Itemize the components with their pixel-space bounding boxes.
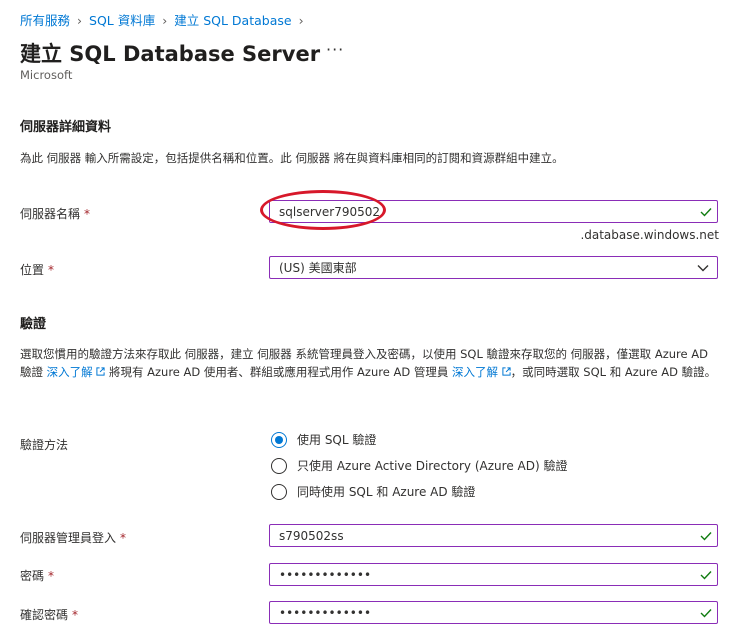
server-name-suffix: .database.windows.net — [580, 228, 719, 242]
admin-login-input[interactable]: s790502ss — [269, 524, 718, 547]
server-details-description: 為此 伺服器 輸入所需設定，包括提供名稱和位置。此 伺服器 將在與資料庫相同的訂… — [20, 151, 564, 165]
server-details-heading: 伺服器詳細資料 — [20, 120, 112, 135]
page-subtitle: Microsoft — [20, 68, 73, 82]
breadcrumb-sql-databases[interactable]: SQL 資料庫 — [89, 13, 155, 28]
authentication-heading: 驗證 — [20, 317, 47, 332]
learn-more-link-azure-ad[interactable]: 深入了解 — [47, 365, 106, 379]
external-link-icon — [502, 367, 511, 376]
checkmark-icon — [695, 563, 717, 586]
checkmark-icon — [695, 524, 717, 547]
radio-selected-icon[interactable] — [271, 431, 287, 448]
password-input[interactable]: ••••••••••••• — [269, 563, 718, 586]
chevron-right-icon: › — [77, 13, 83, 28]
location-label: 位置 * — [20, 263, 55, 277]
authentication-description: 選取您慣用的驗證方法來存取此 伺服器，建立 伺服器 系統管理員登入及密碼，以使用… — [20, 347, 717, 379]
server-name-label: 伺服器名稱 * — [20, 207, 91, 221]
external-link-icon — [96, 367, 105, 376]
radio-sql-auth[interactable]: 使用 SQL 驗證 — [271, 431, 376, 448]
admin-login-label: 伺服器管理員登入 * — [20, 531, 127, 545]
breadcrumb: 所有服務 › SQL 資料庫 › 建立 SQL Database › — [20, 10, 311, 29]
radio-unselected-icon[interactable] — [271, 457, 287, 474]
location-dropdown[interactable]: (US) 美國東部 — [269, 256, 718, 279]
radio-unselected-icon[interactable] — [271, 483, 287, 500]
breadcrumb-all-services[interactable]: 所有服務 — [20, 13, 70, 28]
annotation-ellipse — [260, 190, 386, 230]
learn-more-link-admin[interactable]: 深入了解 — [452, 365, 511, 379]
radio-sql-and-azure-ad[interactable]: 同時使用 SQL 和 Azure AD 驗證 — [271, 483, 475, 500]
confirm-password-label: 確認密碼 * — [20, 608, 79, 622]
chevron-right-icon: › — [298, 13, 304, 28]
password-label: 密碼 * — [20, 569, 55, 583]
checkmark-icon — [695, 601, 717, 624]
checkmark-icon — [695, 200, 717, 223]
authentication-method-label: 驗證方法 — [20, 438, 69, 452]
page-title: 建立 SQL Database Server — [20, 42, 321, 66]
breadcrumb-create-sql-database[interactable]: 建立 SQL Database — [174, 13, 291, 28]
radio-azure-ad-only[interactable]: 只使用 Azure Active Directory (Azure AD) 驗證 — [271, 457, 567, 474]
chevron-down-icon — [689, 256, 717, 279]
more-options-button[interactable]: ··· — [326, 40, 344, 59]
chevron-right-icon: › — [162, 13, 168, 28]
confirm-password-input[interactable]: ••••••••••••• — [269, 601, 718, 624]
